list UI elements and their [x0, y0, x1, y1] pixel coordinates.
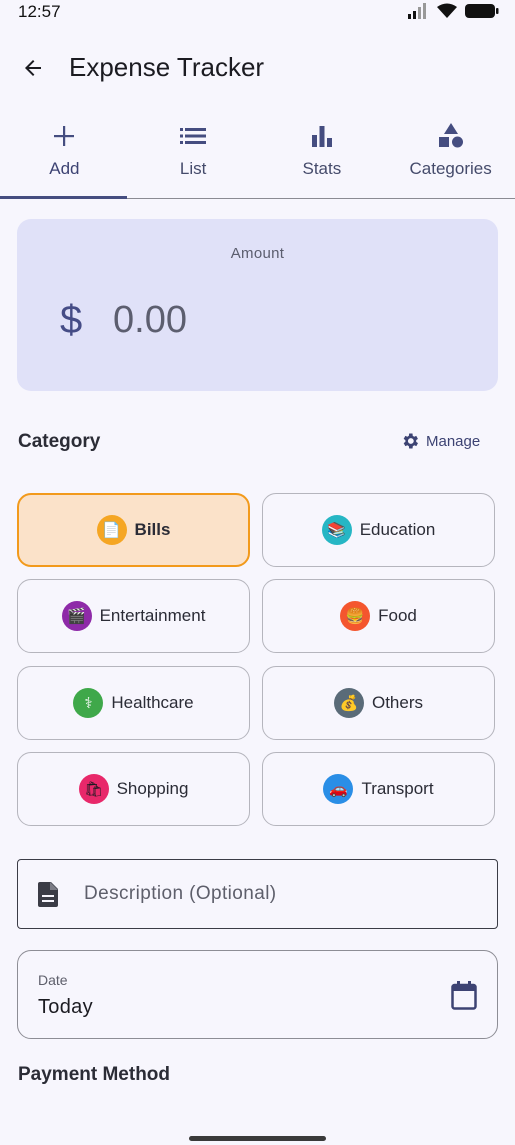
category-bills[interactable]: 📄 Bills: [17, 493, 250, 567]
home-indicator[interactable]: [189, 1136, 326, 1141]
tab-label: List: [179, 159, 207, 178]
tab-label: Add: [49, 159, 80, 178]
tab-bar: Add List Stats Categories: [0, 112, 515, 199]
category-label: Bills: [134, 520, 171, 539]
entertainment-icon: 🎬: [61, 601, 92, 631]
page-title: Expense Tracker: [69, 52, 265, 82]
category-transport[interactable]: 🚗 Transport: [262, 752, 495, 826]
back-button[interactable]: [16, 51, 50, 85]
tab-label: Stats: [302, 159, 342, 178]
transport-icon: 🚗: [323, 774, 354, 804]
category-healthcare[interactable]: ⚕ Healthcare: [17, 666, 250, 740]
tab-list[interactable]: List: [129, 112, 258, 198]
category-shopping[interactable]: 🛍 Shopping: [17, 752, 250, 826]
category-label: Shopping: [116, 779, 189, 798]
category-title: Category: [18, 431, 101, 452]
category-label: Entertainment: [99, 606, 206, 625]
education-icon: 📚: [321, 515, 352, 545]
amount-card[interactable]: Amount $ 0.00: [17, 219, 498, 391]
list-icon: [180, 128, 207, 144]
plus-icon: [54, 126, 75, 146]
status-time: 12:57: [18, 2, 61, 21]
date-field[interactable]: Date Today: [17, 950, 498, 1039]
status-icons: [407, 3, 499, 19]
shapes-icon: [438, 123, 463, 148]
healthcare-icon: ⚕: [73, 688, 104, 718]
date-value: Today: [38, 996, 93, 1018]
battery-icon: [465, 4, 499, 18]
payment-method-title: Payment Method: [18, 1064, 171, 1085]
amount-input[interactable]: 0.00: [113, 299, 187, 342]
category-education[interactable]: 📚 Education: [262, 493, 495, 567]
signal-icon: [408, 3, 426, 19]
date-label: Date: [38, 972, 68, 988]
active-tab-indicator: [0, 196, 127, 199]
category-label: Others: [371, 693, 424, 712]
category-entertainment[interactable]: 🎬 Entertainment: [17, 579, 250, 653]
food-icon: 🍔: [340, 601, 371, 631]
category-food[interactable]: 🍔 Food: [262, 579, 495, 653]
tab-categories[interactable]: Categories: [386, 112, 515, 198]
tab-label: Categories: [409, 159, 492, 178]
calendar-icon[interactable]: [451, 981, 477, 1010]
description-field[interactable]: Description (Optional): [17, 859, 498, 929]
category-label: Education: [359, 520, 436, 539]
status-bar: 12:57: [0, 0, 515, 26]
tab-add[interactable]: Add: [0, 112, 129, 199]
category-others[interactable]: 💰 Others: [262, 666, 495, 740]
description-placeholder: Description (Optional): [84, 883, 277, 904]
others-icon: 💰: [333, 688, 364, 718]
manage-label: Manage: [426, 432, 481, 450]
amount-label: Amount: [230, 245, 285, 262]
category-label: Food: [378, 606, 417, 625]
app-bar: Expense Tracker: [0, 40, 515, 96]
bills-icon: 📄: [96, 515, 127, 545]
shopping-icon: 🛍: [78, 774, 109, 804]
manage-categories-button[interactable]: Manage: [400, 431, 480, 451]
arrow-back-icon: [25, 60, 41, 76]
category-label: Transport: [361, 779, 434, 798]
bar-chart-icon: [311, 126, 332, 147]
description-icon: [38, 881, 60, 907]
tab-stats[interactable]: Stats: [258, 112, 387, 198]
wifi-icon: [437, 3, 457, 18]
gear-icon: [403, 433, 418, 449]
currency-symbol: $: [60, 298, 83, 342]
category-label: Healthcare: [111, 693, 194, 712]
